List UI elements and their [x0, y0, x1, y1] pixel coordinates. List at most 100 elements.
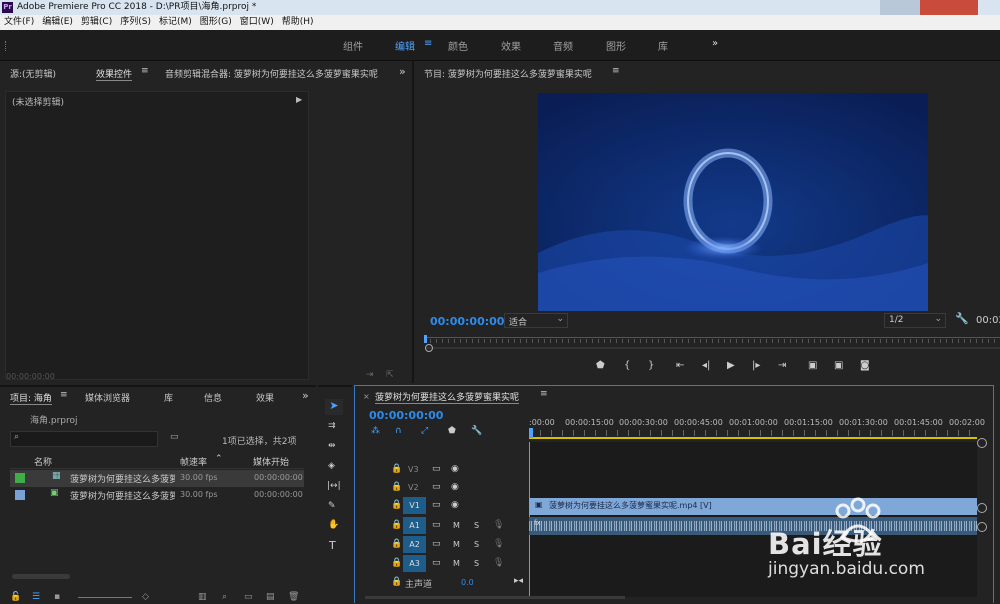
tab-libraries[interactable]: 库: [164, 391, 173, 404]
project-row[interactable]: ▣ 菠萝树为何要挂这么多菠萝 30.00 fps 00:00:00:00: [10, 487, 304, 504]
lock-icon[interactable]: 🔒: [391, 577, 402, 587]
playhead-marker[interactable]: [424, 335, 427, 343]
panel-more-icon[interactable]: »: [399, 65, 406, 78]
close-window-button[interactable]: [920, 0, 978, 15]
timeline-menu-icon[interactable]: ≡: [540, 389, 548, 399]
workspace-tab-audio[interactable]: 音频: [553, 38, 573, 53]
lock-icon[interactable]: 🔓: [10, 592, 21, 602]
item-name[interactable]: 菠萝树为何要挂这么多菠萝: [70, 489, 175, 502]
workspace-tab-graphics[interactable]: 图形: [606, 38, 626, 53]
scroll-handle[interactable]: [977, 438, 987, 448]
horizontal-scrollbar[interactable]: [12, 574, 70, 579]
workspace-more-button[interactable]: »: [712, 38, 718, 49]
menu-help[interactable]: 帮助(H): [278, 15, 318, 30]
go-to-end-icon[interactable]: ▸◂: [514, 576, 523, 586]
workspace-tab-assembly[interactable]: 组件: [343, 38, 363, 53]
timeline-timecode[interactable]: 00:00:00:00: [369, 409, 443, 422]
tab-effects[interactable]: 效果: [256, 391, 274, 404]
solo-button[interactable]: S: [474, 540, 479, 549]
track-label[interactable]: V2: [408, 483, 419, 492]
master-volume-value[interactable]: 0.0: [461, 578, 474, 587]
mark-out-icon[interactable]: }: [648, 360, 654, 371]
hand-tool-icon[interactable]: ✋: [328, 520, 339, 530]
lock-icon[interactable]: 🔒: [391, 520, 402, 530]
find-icon[interactable]: ⌕: [222, 592, 227, 602]
solo-button[interactable]: S: [474, 521, 479, 530]
track-label[interactable]: A1: [403, 517, 426, 534]
ripple-edit-tool-icon[interactable]: ⇹: [328, 441, 336, 451]
trash-icon[interactable]: 🗑: [288, 592, 299, 602]
menu-graphics[interactable]: 图形(G): [196, 15, 236, 30]
lift-icon[interactable]: ▣: [808, 360, 817, 371]
sync-lock-icon[interactable]: ▭: [432, 464, 441, 474]
project-menu-icon[interactable]: ≡: [60, 390, 68, 400]
slip-tool-icon[interactable]: |↔|: [327, 481, 341, 491]
razor-tool-icon[interactable]: ◈: [328, 461, 335, 471]
effect-controls-menu-icon[interactable]: ≡: [141, 66, 149, 76]
settings-wrench-icon[interactable]: 🔧: [955, 312, 969, 325]
menu-window[interactable]: 窗口(W): [236, 15, 278, 30]
add-marker-icon[interactable]: ⬟: [448, 426, 456, 436]
mic-icon[interactable]: 🎙: [493, 520, 504, 530]
add-marker-icon[interactable]: ⬟: [596, 360, 605, 371]
solo-button[interactable]: S: [474, 559, 479, 568]
workspace-tab-color[interactable]: 颜色: [448, 38, 468, 53]
new-bin-icon[interactable]: ▭: [244, 592, 253, 602]
track-label[interactable]: A2: [403, 536, 426, 553]
sync-lock-icon[interactable]: ▭: [432, 558, 441, 568]
scroll-handle[interactable]: [977, 503, 987, 513]
go-to-out-icon[interactable]: ⇥: [778, 360, 786, 371]
item-name[interactable]: 菠萝树为何要挂这么多菠萝: [70, 472, 175, 485]
sync-lock-icon[interactable]: ▭: [432, 482, 441, 492]
menu-sequence[interactable]: 序列(S): [116, 15, 155, 30]
sync-lock-icon[interactable]: ▭: [432, 539, 441, 549]
timeline-settings-icon[interactable]: 🔧: [471, 426, 482, 436]
scrubber-ruler[interactable]: [424, 337, 1000, 338]
mark-in-icon[interactable]: {: [624, 360, 630, 371]
workspace-tab-effects[interactable]: 效果: [501, 38, 521, 53]
sync-lock-icon[interactable]: ▭: [432, 500, 441, 510]
menu-file[interactable]: 文件(F): [0, 15, 38, 30]
mic-icon[interactable]: 🎙: [493, 558, 504, 568]
type-tool-icon[interactable]: T: [329, 539, 336, 552]
timeline-tab-title[interactable]: 菠萝树为何要挂这么多菠萝蜜果实呢: [375, 390, 520, 404]
tab-info[interactable]: 信息: [204, 391, 222, 404]
new-bin-icon[interactable]: ▭: [170, 432, 179, 442]
zoom-slider[interactable]: [78, 597, 132, 598]
track-label[interactable]: A3: [403, 555, 426, 572]
new-item-icon[interactable]: ▤: [266, 592, 275, 602]
fit-dropdown[interactable]: 适合 ⌄: [504, 313, 568, 328]
eye-icon[interactable]: ◉: [451, 482, 459, 492]
col-name[interactable]: 名称: [34, 455, 52, 468]
zoom-bar[interactable]: [426, 347, 1000, 349]
mic-icon[interactable]: 🎙: [493, 539, 504, 549]
audio-clip[interactable]: fx: [529, 517, 977, 535]
menu-edit[interactable]: 编辑(E): [38, 15, 77, 30]
sync-lock-icon[interactable]: ▭: [432, 520, 441, 530]
menu-marker[interactable]: 标记(M): [155, 15, 196, 30]
workspace-tab-editing[interactable]: 编辑: [395, 38, 415, 53]
program-timecode[interactable]: 00:00:00:00: [430, 315, 504, 328]
tab-audio-clip-mixer[interactable]: 音频剪辑混合器: 菠萝树为何要挂这么多菠萝蜜果实呢: [165, 67, 383, 80]
project-row[interactable]: ▦ 菠萝树为何要挂这么多菠萝 30.00 fps 00:00:00:00: [10, 470, 304, 487]
mute-button[interactable]: M: [453, 559, 460, 568]
expand-arrow-icon[interactable]: ▶: [296, 95, 302, 104]
selection-tool-icon[interactable]: ➤: [325, 399, 343, 415]
work-area-bar[interactable]: [529, 437, 977, 439]
track-select-tool-icon[interactable]: ⇉: [328, 421, 336, 431]
tab-effect-controls[interactable]: 效果控件: [96, 67, 133, 81]
sort-up-icon[interactable]: ⌃: [215, 454, 223, 464]
lock-icon[interactable]: 🔒: [391, 558, 402, 568]
snap-magnet-icon[interactable]: ∩: [395, 426, 402, 436]
step-back-icon[interactable]: ◂|: [702, 360, 710, 371]
eye-icon[interactable]: ◉: [451, 500, 459, 510]
extract-icon[interactable]: ▣: [834, 360, 843, 371]
export-frame-icon[interactable]: ⇱: [386, 370, 394, 380]
nest-icon[interactable]: ⁂: [371, 426, 380, 436]
sort-icon[interactable]: ◇: [142, 592, 149, 602]
icon-view-icon[interactable]: ▪: [54, 592, 60, 602]
label-color-swatch[interactable]: [15, 473, 25, 483]
play-icon[interactable]: ▶: [727, 360, 735, 371]
workspace-tab-libraries[interactable]: 库: [658, 38, 668, 53]
time-ruler[interactable]: :00:00 00:00:15:00 00:00:30:00 00:00:45:…: [529, 416, 985, 440]
